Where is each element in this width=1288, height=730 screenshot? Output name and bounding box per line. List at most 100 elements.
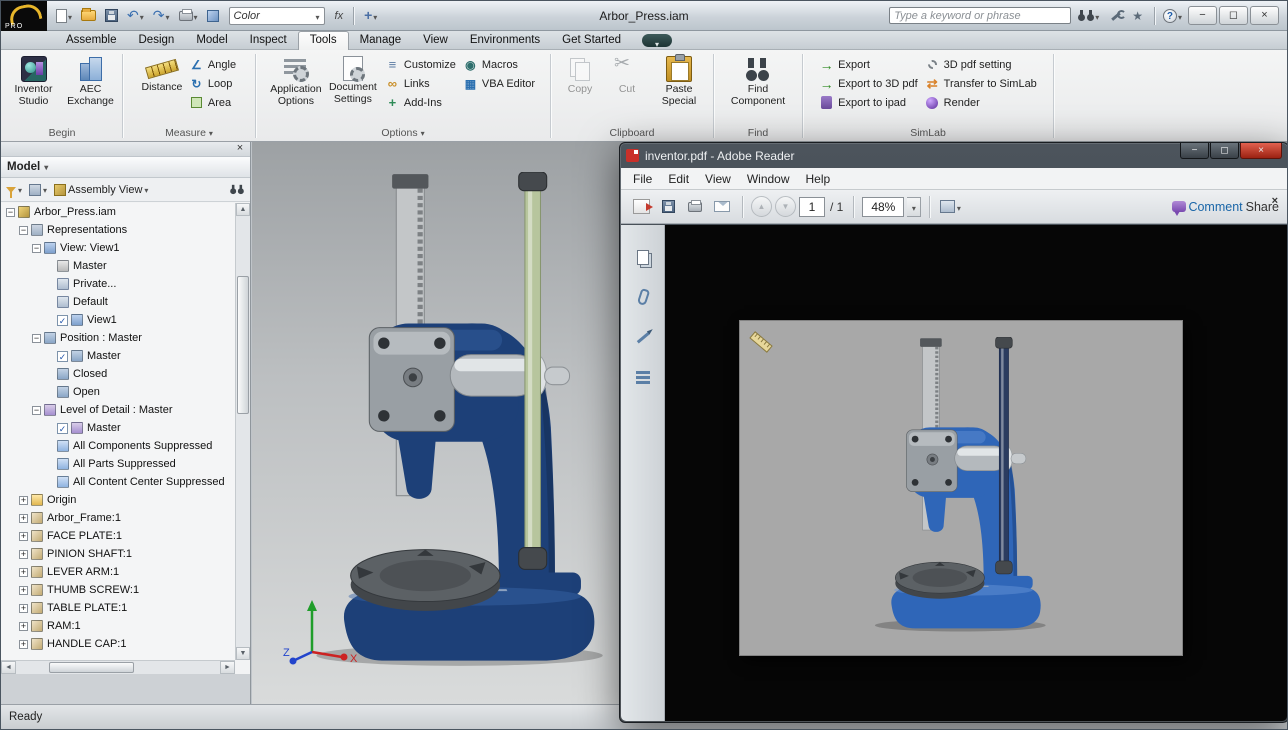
menu-view[interactable]: View	[697, 170, 739, 188]
copy-button[interactable]: Copy	[558, 53, 602, 97]
tree-checkbox[interactable]	[57, 423, 68, 434]
reader-minimize-button[interactable]: −	[1180, 143, 1209, 159]
distance-button[interactable]: Distance	[140, 53, 184, 95]
tree-item[interactable]: Private...	[1, 275, 235, 293]
save-button[interactable]	[102, 7, 121, 24]
tree-checkbox[interactable]	[57, 315, 68, 326]
tab-get-started[interactable]: Get Started	[551, 32, 632, 49]
expand-toggle[interactable]	[19, 640, 28, 649]
tree-item[interactable]: All Content Center Suppressed	[1, 473, 235, 491]
redo-button[interactable]	[150, 5, 173, 27]
menu-window[interactable]: Window	[739, 170, 798, 188]
reader-open-button[interactable]	[629, 194, 653, 220]
tree-item[interactable]: View1	[1, 311, 235, 329]
collapse-toggle[interactable]	[19, 226, 28, 235]
help-button[interactable]: ?	[1163, 7, 1182, 25]
search-button[interactable]	[1075, 5, 1102, 27]
find-component-button[interactable]: Find Component	[731, 53, 785, 108]
scroll-track[interactable]	[236, 216, 250, 647]
area-button[interactable]: Area	[187, 95, 238, 110]
export-3d-pdf-button[interactable]: Export to 3D pdf	[817, 76, 920, 91]
close-button[interactable]	[1250, 6, 1279, 25]
tree-item[interactable]: Master	[1, 347, 235, 365]
scroll-track[interactable]	[16, 661, 220, 674]
zoom-dropdown-button[interactable]	[907, 197, 921, 217]
loop-button[interactable]: Loop	[187, 76, 238, 91]
reader-document-area[interactable]	[665, 225, 1287, 721]
parameters-fx-button[interactable]	[332, 6, 347, 25]
attachments-button[interactable]	[621, 281, 665, 313]
tab-environments[interactable]: Environments	[459, 32, 551, 49]
export-ipad-button[interactable]: Export to ipad	[817, 95, 920, 110]
browser-title-bar[interactable]: Model	[1, 157, 250, 178]
cut-button[interactable]: Cut	[605, 53, 649, 97]
previous-page-button[interactable]	[751, 196, 772, 217]
page-number-input[interactable]: 1	[799, 197, 825, 217]
collapse-toggle[interactable]	[6, 208, 15, 217]
menu-help[interactable]: Help	[798, 170, 839, 188]
paste-special-button[interactable]: Paste Special	[652, 53, 706, 108]
reader-email-button[interactable]	[710, 194, 734, 220]
customize-button[interactable]: Customize	[383, 57, 458, 72]
maximize-button[interactable]	[1219, 6, 1248, 25]
tree-item[interactable]: Representations	[1, 221, 235, 239]
tree-item[interactable]: THUMB SCREW:1	[1, 581, 235, 599]
expand-toggle[interactable]	[19, 532, 28, 541]
undo-button[interactable]	[124, 5, 147, 27]
links-button[interactable]: Links	[383, 76, 458, 91]
signature-button[interactable]	[621, 321, 665, 353]
pdf-page[interactable]	[740, 321, 1182, 655]
aec-exchange-button[interactable]: AEC Exchange	[64, 53, 118, 108]
scroll-left-button[interactable]	[1, 661, 16, 674]
application-options-button[interactable]: Application Options	[269, 53, 323, 108]
browser-vertical-scrollbar[interactable]	[235, 203, 250, 660]
reader-titlebar[interactable]: inventor.pdf - Adobe Reader − ◻ ×	[620, 143, 1288, 168]
tree-checkbox[interactable]	[57, 351, 68, 362]
menu-edit[interactable]: Edit	[660, 170, 697, 188]
view-mode-selector[interactable]: Assembly View	[54, 184, 148, 196]
browser-horizontal-scrollbar[interactable]	[1, 660, 235, 674]
page-display-button[interactable]	[938, 194, 962, 220]
tree-options-button[interactable]	[29, 184, 47, 196]
favorites-button[interactable]	[1129, 7, 1146, 25]
page-thumbnails-button[interactable]	[621, 241, 665, 273]
reader-save-button[interactable]	[656, 194, 680, 220]
tree-item[interactable]: HANDLE CAP:1	[1, 635, 235, 653]
scroll-down-button[interactable]	[236, 647, 250, 660]
scroll-thumb[interactable]	[237, 276, 249, 414]
inventor-logo[interactable]: PRO	[1, 1, 47, 31]
angle-button[interactable]: Angle	[187, 57, 238, 72]
browser-search-button[interactable]	[229, 184, 245, 195]
color-combo[interactable]: Color	[229, 7, 325, 25]
tree-item[interactable]: FACE PLATE:1	[1, 527, 235, 545]
menu-file[interactable]: File	[625, 170, 660, 188]
scroll-right-button[interactable]	[220, 661, 235, 674]
vba-editor-button[interactable]: VBA Editor	[461, 76, 537, 91]
filter-button[interactable]	[6, 184, 22, 196]
navigate-button[interactable]	[361, 5, 380, 27]
iproperties-button[interactable]	[204, 8, 222, 24]
search-input[interactable]	[889, 7, 1071, 24]
tree-item[interactable]: PINION SHAFT:1	[1, 545, 235, 563]
tree-item[interactable]: All Parts Suppressed	[1, 455, 235, 473]
tree-item[interactable]: Closed	[1, 365, 235, 383]
inventor-studio-button[interactable]: Inventor Studio	[7, 53, 61, 108]
tree-item[interactable]: Default	[1, 293, 235, 311]
tree-item[interactable]: LEVER ARM:1	[1, 563, 235, 581]
tree-item[interactable]: Arbor_Press.iam	[1, 203, 235, 221]
zoom-level-input[interactable]: 48%	[862, 197, 904, 217]
transfer-simlab-button[interactable]: Transfer to SimLab	[923, 76, 1039, 91]
print-button[interactable]	[176, 5, 201, 27]
minimize-button[interactable]	[1188, 6, 1217, 25]
tree-item[interactable]: RAM:1	[1, 617, 235, 635]
expand-toggle[interactable]	[19, 604, 28, 613]
tree-item[interactable]: Position : Master	[1, 329, 235, 347]
expand-toggle[interactable]	[19, 586, 28, 595]
open-button[interactable]	[78, 8, 99, 23]
tree-item[interactable]: All Components Suppressed	[1, 437, 235, 455]
add-ins-button[interactable]: Add-Ins	[383, 95, 458, 110]
expand-toggle[interactable]	[19, 622, 28, 631]
tree-item[interactable]: View: View1	[1, 239, 235, 257]
tab-model[interactable]: Model	[185, 32, 238, 49]
expand-toggle[interactable]	[19, 568, 28, 577]
